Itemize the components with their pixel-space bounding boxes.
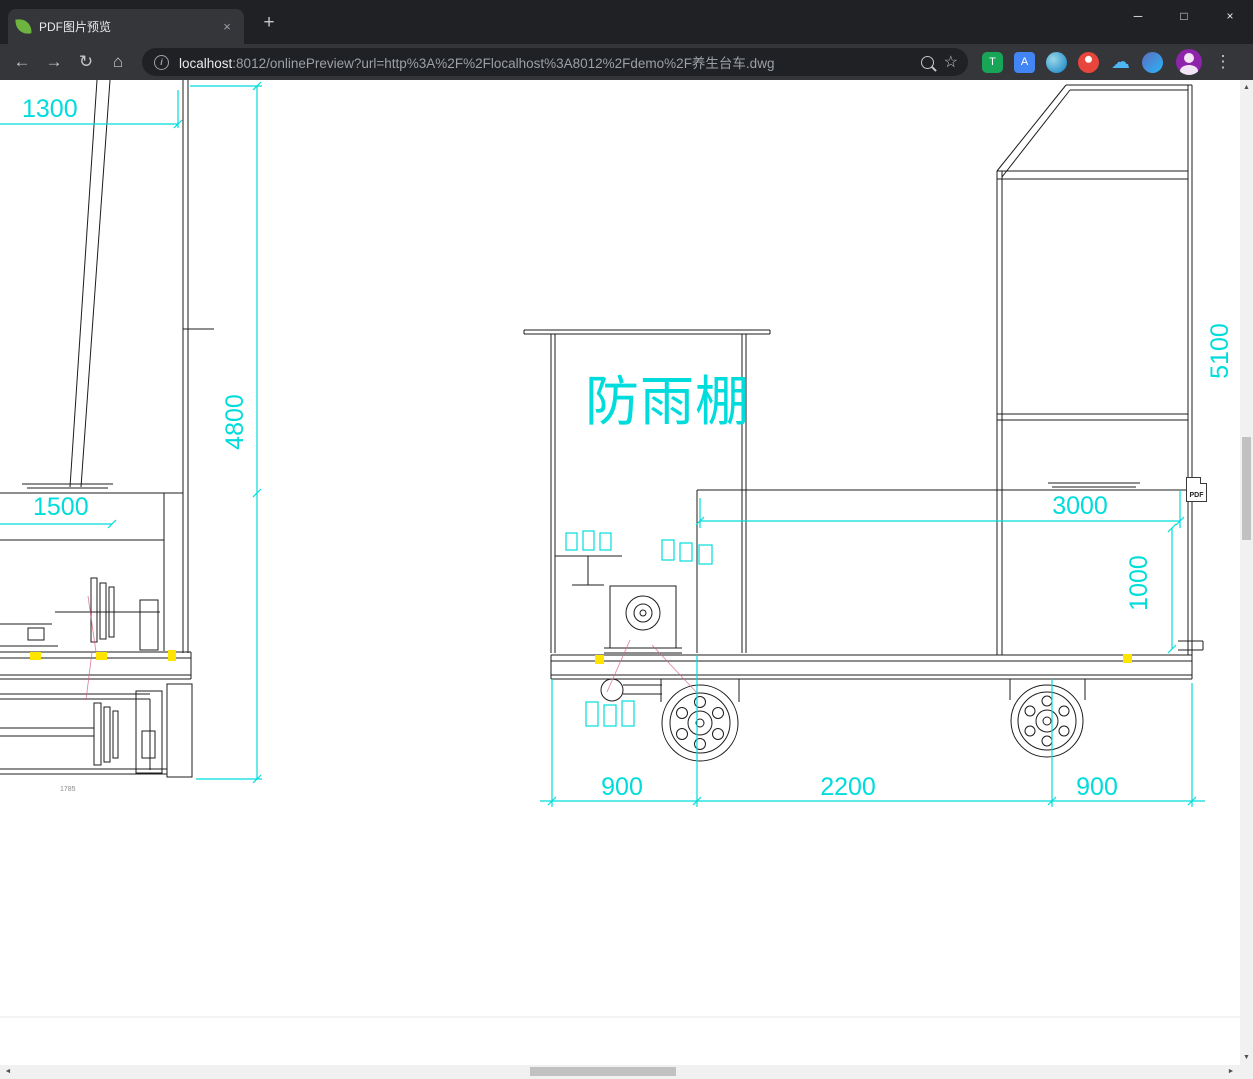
scroll-down-icon[interactable]: ▼	[1240, 1051, 1253, 1064]
dim-900-right: 900	[1076, 773, 1118, 801]
shelter-label: 防雨棚	[585, 372, 750, 432]
cad-drawing: 1300 4800 1500 1785 防雨棚 900 2200 900 300…	[0, 80, 1240, 1018]
tab-close-icon[interactable]: ×	[218, 18, 236, 36]
url-rest: :8012/onlinePreview?url=http%3A%2F%2Floc…	[232, 56, 775, 71]
pdf-badge-label: PDF	[1189, 492, 1204, 499]
mast-view	[996, 84, 1193, 655]
pdf-file-fold-icon	[1200, 477, 1207, 484]
scroll-right-icon[interactable]: ►	[1224, 1065, 1238, 1079]
maximize-button[interactable]: □	[1161, 0, 1207, 32]
wheels	[600, 678, 1086, 762]
horizontal-scrollbar[interactable]: ◄ ►	[0, 1065, 1253, 1079]
url-text[interactable]: localhost:8012/onlinePreview?url=http%3A…	[179, 52, 911, 72]
browser-window: PDF图片预览 × + ─ □ × ← → ↻ ⌂ i localhost:80…	[0, 0, 1253, 1079]
pdf-download-badge[interactable]: PDF	[1186, 477, 1207, 502]
vertical-scrollbar[interactable]: ▲ ▼	[1240, 80, 1253, 1065]
avatar-person-icon	[1184, 53, 1194, 63]
dim-3000: 3000	[1052, 492, 1108, 520]
tab-strip: PDF图片预览 × + ─ □ ×	[0, 0, 1253, 44]
dim-1000: 1000	[1125, 555, 1153, 611]
dim-1500: 1500	[33, 493, 89, 521]
reload-button[interactable]: ↻	[72, 48, 100, 76]
extension-icon-6[interactable]	[1142, 51, 1163, 73]
avatar-person-body	[1180, 65, 1198, 75]
dim-4800: 4800	[221, 394, 249, 450]
highlight-marks	[30, 650, 1132, 664]
scroll-up-icon[interactable]: ▲	[1240, 81, 1253, 94]
dimension-lines	[0, 81, 1205, 807]
url-host: localhost	[179, 56, 233, 71]
extension-icon-1[interactable]: T	[982, 51, 1003, 73]
back-button[interactable]: ←	[8, 48, 36, 76]
dim-1785: 1785	[60, 786, 76, 793]
tab-title: PDF图片预览	[39, 20, 112, 34]
dim-2200: 2200	[820, 773, 876, 801]
browser-menu-icon[interactable]: ⋮	[1211, 52, 1235, 72]
extension-icon-5[interactable]: ☁	[1110, 52, 1131, 73]
horizontal-scroll-thumb[interactable]	[530, 1067, 676, 1076]
browser-tab[interactable]: PDF图片预览 ×	[8, 9, 244, 44]
dim-5100: 5100	[1206, 323, 1234, 379]
info-icon[interactable]: i	[154, 54, 169, 70]
url-bar[interactable]: i localhost:8012/onlinePreview?url=http%…	[142, 48, 968, 76]
navigation-bar: ← → ↻ ⌂ i localhost:8012/onlinePreview?u…	[0, 44, 1253, 80]
profile-avatar[interactable]	[1176, 49, 1202, 75]
extension-icon-4[interactable]	[1078, 51, 1099, 73]
scroll-left-icon[interactable]: ◄	[1, 1065, 15, 1079]
new-tab-button[interactable]: +	[257, 12, 281, 36]
extensions-row: T A ☁	[982, 51, 1163, 73]
page-content: 1300 4800 1500 1785 防雨棚 900 2200 900 300…	[0, 80, 1253, 1079]
home-button[interactable]: ⌂	[104, 48, 132, 76]
close-button[interactable]: ×	[1207, 0, 1253, 32]
bookmark-star-icon[interactable]: ☆	[944, 52, 958, 72]
dim-900-left: 900	[601, 773, 643, 801]
minimize-button[interactable]: ─	[1115, 0, 1161, 32]
extension-icon-2[interactable]: A	[1014, 51, 1035, 73]
dim-1300: 1300	[22, 95, 78, 123]
spring-leaf-favicon	[15, 18, 32, 35]
left-view	[0, 80, 214, 778]
forward-button[interactable]: →	[40, 48, 68, 76]
vertical-scroll-thumb[interactable]	[1242, 437, 1251, 540]
extension-icon-3[interactable]	[1046, 51, 1067, 73]
zoom-icon[interactable]	[920, 55, 934, 69]
window-controls: ─ □ ×	[1115, 0, 1253, 32]
